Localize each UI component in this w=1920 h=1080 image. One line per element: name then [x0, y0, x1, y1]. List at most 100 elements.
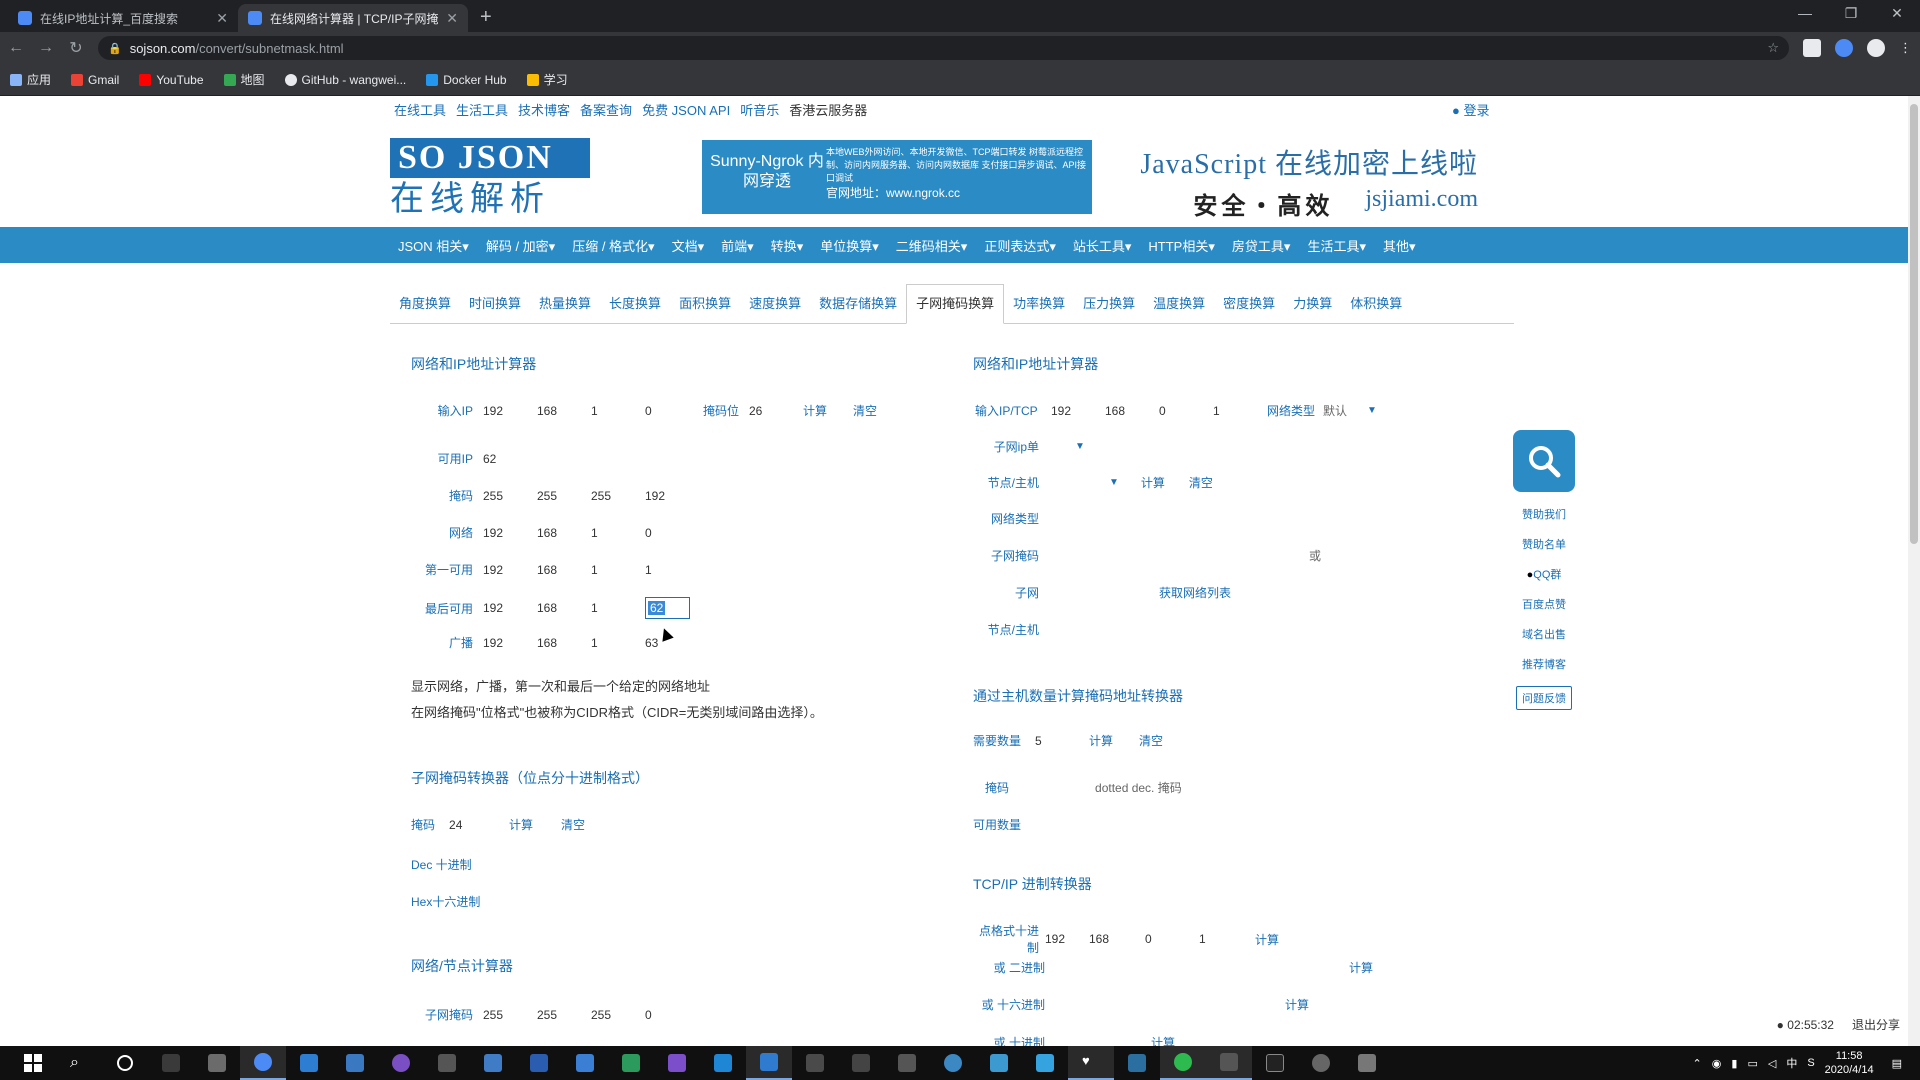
taskbar-app[interactable] [608, 1046, 654, 1080]
host-count-input[interactable]: 5 [1035, 734, 1089, 748]
calculate-button[interactable]: 计算 [509, 816, 533, 833]
jsjiami-banner[interactable]: JavaScript 在线加密上线啦 安全・高效 jsjiami.com [1108, 142, 1478, 220]
taskbar-app[interactable] [332, 1046, 378, 1080]
octet-value[interactable]: 192 [483, 563, 537, 577]
mask-bits-input[interactable]: 26 [749, 404, 803, 418]
taskbar-app[interactable] [424, 1046, 470, 1080]
octet-value[interactable]: 1 [591, 601, 645, 615]
microphone-icon[interactable]: ▮ [1731, 1057, 1737, 1070]
top-link[interactable]: 备案查询 [580, 100, 632, 119]
ip-octet-input[interactable]: 192 [483, 404, 537, 418]
mask-input[interactable]: 24 [449, 818, 509, 832]
taskbar-app[interactable] [1298, 1046, 1344, 1080]
octet-value[interactable]: 255 [537, 489, 591, 503]
tab-temperature[interactable]: 温度换算 [1144, 287, 1214, 323]
top-link[interactable]: 听音乐 [740, 100, 779, 119]
minimize-icon[interactable]: — [1782, 0, 1828, 28]
address-bar[interactable]: 🔒 sojson.com/convert/subnetmask.html ☆ [98, 36, 1789, 60]
nav-item[interactable]: 二维码相关▾ [896, 236, 968, 255]
bookmark-dockerhub[interactable]: Docker Hub [426, 73, 507, 87]
search-button[interactable] [1513, 430, 1575, 492]
extension-icon[interactable] [1803, 39, 1821, 57]
octet-input[interactable]: 192 [1045, 932, 1089, 946]
tray-up-icon[interactable]: ⌃ [1693, 1057, 1702, 1070]
tab-angle[interactable]: 角度换算 [390, 287, 460, 323]
chevron-down-icon[interactable]: ▼ [1075, 441, 1085, 452]
tab-length[interactable]: 长度换算 [600, 287, 670, 323]
taskbar-app[interactable] [746, 1046, 792, 1080]
tab-power[interactable]: 功率换算 [1004, 287, 1074, 323]
octet-value[interactable]: 192 [483, 601, 537, 615]
taskbar-app[interactable] [194, 1046, 240, 1080]
calculate-button[interactable]: 计算 [1089, 732, 1113, 749]
bookmark-maps[interactable]: 地图 [223, 71, 265, 88]
volume-icon[interactable]: ◁ [1768, 1057, 1776, 1070]
chevron-down-icon[interactable]: ▼ [1367, 405, 1377, 416]
top-link[interactable]: 生活工具 [456, 100, 508, 119]
browser-tab[interactable]: 在线IP地址计算_百度搜索 ✕ [8, 4, 238, 32]
ip-octet-input[interactable]: 0 [1159, 404, 1213, 418]
forward-icon[interactable]: → [38, 39, 54, 57]
octet-value[interactable]: 192 [483, 636, 537, 650]
chevron-down-icon[interactable]: ▼ [1109, 477, 1119, 488]
maximize-icon[interactable]: ❐ [1828, 0, 1874, 28]
reload-icon[interactable]: ↻ [68, 38, 84, 58]
ip-octet-input[interactable]: 1 [591, 404, 645, 418]
tab-volume[interactable]: 体积换算 [1341, 287, 1411, 323]
nav-item[interactable]: HTTP相关▾ [1148, 236, 1214, 255]
calculate-button[interactable]: 计算 [1255, 931, 1279, 948]
feedback-button[interactable]: 问题反馈 [1516, 686, 1572, 710]
octet-value[interactable]: 1 [645, 563, 699, 577]
octet-input[interactable]: 168 [1089, 932, 1145, 946]
nav-item[interactable]: 生活工具▾ [1307, 236, 1366, 255]
clear-button[interactable]: 清空 [853, 402, 877, 419]
octet-value[interactable]: 1 [591, 636, 645, 650]
bookmark-github[interactable]: GitHub - wangwei... [284, 73, 406, 87]
bookmark-apps[interactable]: 应用 [10, 71, 51, 88]
octet-value[interactable]: 255 [591, 489, 645, 503]
clear-button[interactable]: 清空 [1139, 732, 1163, 749]
taskbar-app[interactable] [562, 1046, 608, 1080]
bookmark-gmail[interactable]: Gmail [71, 73, 119, 87]
taskbar-app[interactable] [976, 1046, 1022, 1080]
ip-octet-input[interactable]: 192 [1051, 404, 1105, 418]
tab-density[interactable]: 密度换算 [1214, 287, 1284, 323]
nav-item[interactable]: 站长工具▾ [1073, 236, 1132, 255]
tab-subnet-mask[interactable]: 子网掩码换算 [906, 284, 1005, 324]
octet-value[interactable]: 0 [645, 526, 699, 540]
browser-tab-active[interactable]: 在线网络计算器 | TCP/IP子网掩... ✕ [238, 4, 468, 32]
taskbar-app[interactable] [286, 1046, 332, 1080]
close-icon[interactable]: ✕ [216, 10, 228, 27]
antivirus-icon[interactable]: S [1807, 1057, 1814, 1069]
tab-time[interactable]: 时间换算 [460, 287, 530, 323]
sidebar-link[interactable]: 推荐博客 [1522, 656, 1566, 672]
nav-item[interactable]: 转换▾ [771, 236, 804, 255]
octet-value[interactable]: 168 [537, 526, 591, 540]
nav-item[interactable]: 解码 / 加密▾ [486, 236, 555, 255]
nav-item[interactable]: 文档▾ [672, 236, 705, 255]
taskbar-app-chrome[interactable] [240, 1046, 286, 1080]
sidebar-link[interactable]: 百度点赞 [1522, 596, 1566, 612]
clear-button[interactable]: 清空 [1189, 474, 1213, 491]
sidebar-link-qq[interactable]: ●QQ群 [1527, 566, 1562, 582]
octet-value[interactable]: 192 [483, 526, 537, 540]
octet-input[interactable]: 0 [1145, 932, 1199, 946]
ip-octet-input[interactable]: 0 [645, 404, 699, 418]
taskbar-app[interactable] [884, 1046, 930, 1080]
page-scrollbar[interactable] [1908, 96, 1920, 1046]
cortana-button[interactable] [102, 1046, 148, 1080]
taskbar-app[interactable]: ♥ [1068, 1046, 1114, 1080]
tab-speed[interactable]: 速度换算 [740, 287, 810, 323]
clear-button[interactable]: 清空 [561, 816, 585, 833]
bookmark-youtube[interactable]: YouTube [139, 73, 204, 87]
ime-icon[interactable]: 中 [1786, 1055, 1797, 1071]
ngrok-banner[interactable]: Sunny-Ngrok 内网穿透 本地WEB外网访问、本地开发微信、TCP端口转… [702, 140, 1092, 214]
taskbar-app[interactable] [930, 1046, 976, 1080]
octet-input[interactable]: 1 [1199, 932, 1255, 946]
nav-item[interactable]: 房贷工具▾ [1232, 236, 1291, 255]
nav-item[interactable]: 其他▾ [1383, 236, 1416, 255]
nav-item[interactable]: 前端▾ [721, 236, 754, 255]
nav-item[interactable]: 单位换算▾ [820, 236, 879, 255]
search-taskbar-button[interactable]: ⌕ [56, 1046, 102, 1080]
network-type-select[interactable]: 默认 [1323, 402, 1367, 419]
